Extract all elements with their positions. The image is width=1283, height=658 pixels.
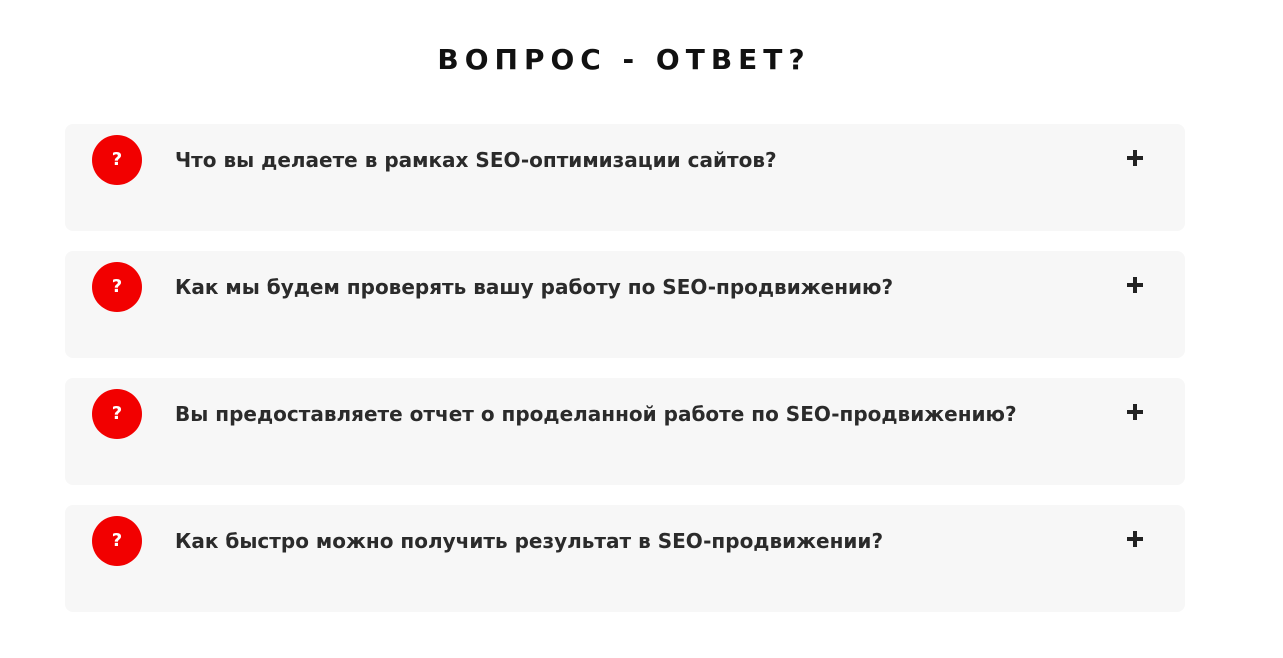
faq-item-1[interactable]: ? Что вы делаете в рамках SEO-оптимизаци… (65, 124, 1185, 231)
plus-icon[interactable] (1127, 277, 1143, 293)
faq-question-1[interactable]: Что вы делаете в рамках SEO-оптимизации … (175, 146, 1105, 174)
faq-question-2[interactable]: Как мы будем проверять вашу работу по SE… (175, 273, 1105, 301)
question-mark-icon: ? (92, 135, 142, 185)
plus-icon[interactable] (1127, 404, 1143, 420)
faq-question-3[interactable]: Вы предоставляете отчет о проделанной ра… (175, 400, 1105, 428)
faq-item-3[interactable]: ? Вы предоставляете отчет о проделанной … (65, 378, 1185, 485)
plus-icon[interactable] (1127, 150, 1143, 166)
question-mark-icon: ? (92, 389, 142, 439)
faq-item-4[interactable]: ? Как быстро можно получить результат в … (65, 505, 1185, 612)
question-mark-icon: ? (92, 516, 142, 566)
question-mark-icon: ? (92, 262, 142, 312)
faq-title: ВОПРОС - ОТВЕТ? (437, 43, 811, 76)
faq-question-4[interactable]: Как быстро можно получить результат в SE… (175, 527, 1105, 555)
faq-item-2[interactable]: ? Как мы будем проверять вашу работу по … (65, 251, 1185, 358)
plus-icon[interactable] (1127, 531, 1143, 547)
